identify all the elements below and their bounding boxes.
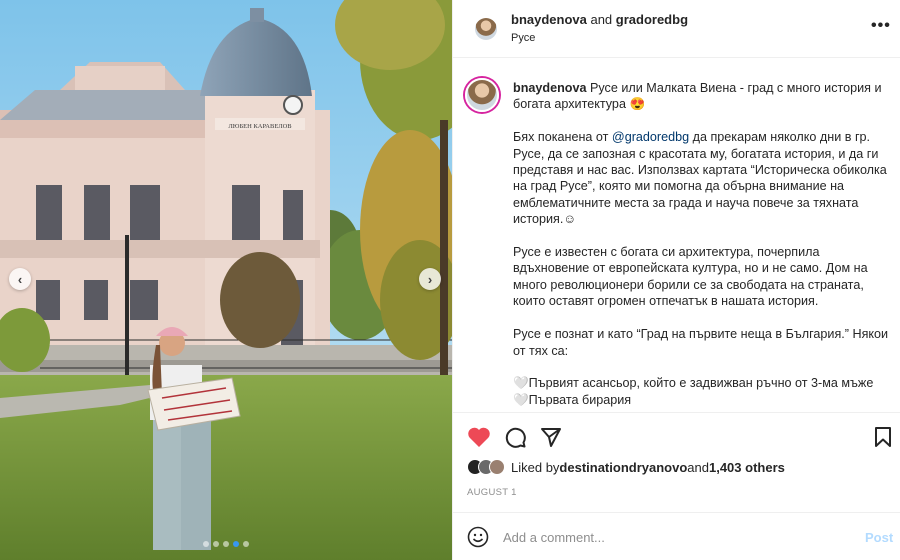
caption-paragraph-2: Русе е известен с богата си архитектура,… xyxy=(513,245,872,309)
action-bar xyxy=(453,412,900,458)
more-horizontal-icon: ••• xyxy=(871,17,891,34)
save-button[interactable] xyxy=(873,426,893,451)
more-options-button[interactable]: ••• xyxy=(871,17,891,35)
caption-area: bnaydenova Русе или Малката Виена - град… xyxy=(453,58,900,412)
caption-text: bnaydenova Русе или Малката Виена - град… xyxy=(513,80,893,408)
collaborator-username-link[interactable]: gradoredbg xyxy=(616,12,688,27)
location-link[interactable]: Русе xyxy=(511,32,535,44)
bookmark-icon xyxy=(875,427,891,447)
carousel-dot xyxy=(203,541,209,547)
caption-paragraph-1-end: да прекарам няколко дни в гр. Русе, да с… xyxy=(513,130,891,227)
caption-avatar[interactable] xyxy=(465,78,499,112)
comment-button[interactable] xyxy=(504,426,526,451)
liker-avatars xyxy=(467,459,505,475)
smiley-icon xyxy=(467,526,489,548)
post-header: bnaydenova and gradoredbg Русе ••• xyxy=(453,0,900,58)
caption-username-link[interactable]: bnaydenova xyxy=(513,81,586,95)
caption-paragraph-1-start: Бях поканена от xyxy=(513,130,612,145)
likes-middle: and xyxy=(687,459,709,475)
post-authors: bnaydenova and gradoredbg xyxy=(511,12,688,27)
comment-bar: Post xyxy=(453,512,900,560)
likes-prefix: Liked by xyxy=(511,459,560,475)
carousel-next-button[interactable]: › xyxy=(419,268,441,290)
post-media[interactable]: ЛЮБЕН КАРАВЕЛОВ ‹ › xyxy=(0,0,452,560)
mention-link[interactable]: @gradoredbg xyxy=(612,130,689,144)
comment-input[interactable] xyxy=(503,527,833,547)
post-date[interactable]: AUGUST 1 xyxy=(467,487,517,498)
likes-count-link[interactable]: 1,403 others xyxy=(709,460,785,475)
liker-username-link[interactable]: destinationdryanovo xyxy=(559,460,687,475)
building-sign: ЛЮБЕН КАРАВЕЛОВ xyxy=(228,123,292,130)
carousel-dot xyxy=(223,541,229,547)
author-username-link[interactable]: bnaydenova xyxy=(511,12,587,27)
carousel-dot xyxy=(213,541,219,547)
share-button[interactable] xyxy=(540,426,562,451)
chevron-left-icon: ‹ xyxy=(17,271,23,287)
authors-connector: and xyxy=(586,12,616,27)
likes-summary: Liked by destinationdryanovo and 1,403 o… xyxy=(467,459,785,475)
share-icon xyxy=(541,428,561,447)
instagram-post: ЛЮБЕН КАРАВЕЛОВ ‹ › bnaydenova and grado… xyxy=(0,0,900,560)
caption-paragraph-3: Русе е познат и като “Град на първите не… xyxy=(513,327,892,358)
author-avatar[interactable] xyxy=(475,18,497,40)
chevron-right-icon: › xyxy=(427,271,433,287)
liker-avatar xyxy=(489,459,505,475)
comment-icon xyxy=(505,427,526,448)
post-photo: ЛЮБЕН КАРАВЕЛОВ xyxy=(0,0,452,560)
emoji-button[interactable] xyxy=(467,526,489,551)
carousel-dot xyxy=(243,541,249,547)
caption-list-item-1: 🤍Първият асансьор, който е задвижван ръч… xyxy=(513,376,874,391)
carousel-prev-button[interactable]: ‹ xyxy=(9,268,31,290)
caption-list-item-2: 🤍Първата бирария xyxy=(513,392,632,407)
post-sidebar: bnaydenova and gradoredbg Русе ••• bnayd… xyxy=(452,0,900,560)
carousel-dot xyxy=(233,541,239,547)
heart-icon xyxy=(468,427,490,447)
like-button[interactable] xyxy=(467,426,491,451)
carousel-indicator xyxy=(0,541,452,547)
post-comment-button[interactable]: Post xyxy=(865,530,893,545)
